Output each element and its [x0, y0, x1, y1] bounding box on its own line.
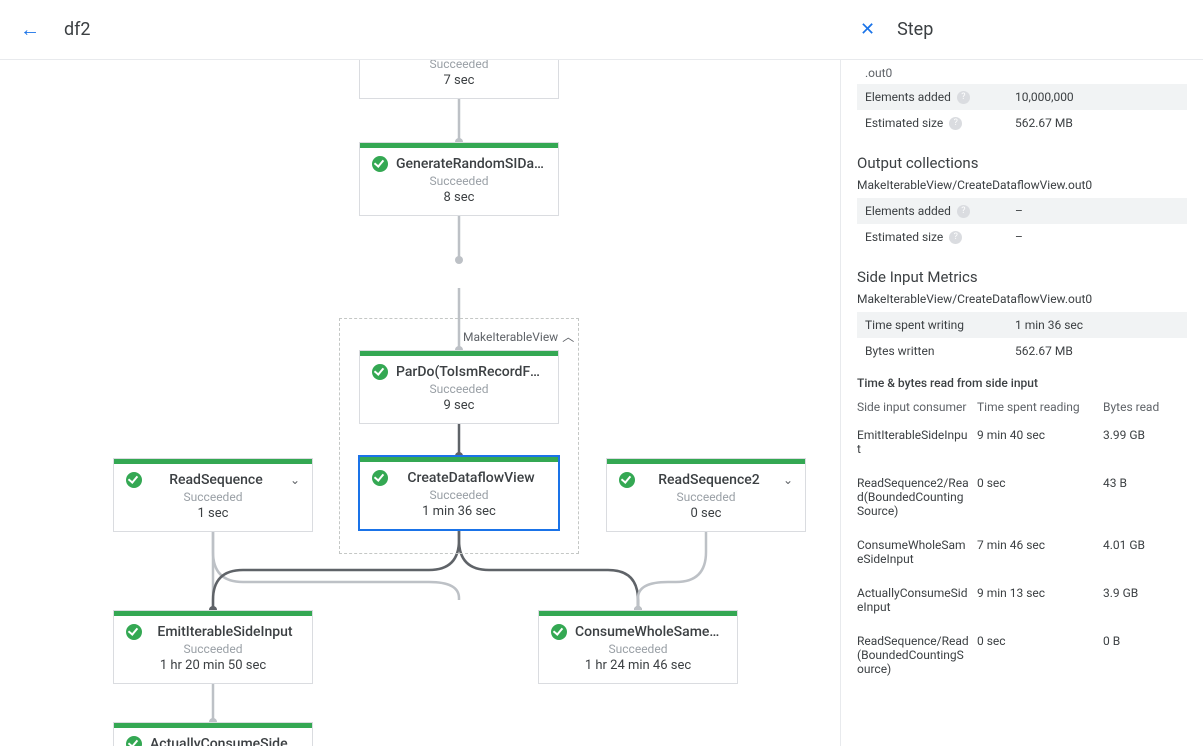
- input-collection-name-truncated: .out0: [857, 60, 1187, 84]
- node-time: 1 hr 20 min 50 sec: [114, 656, 312, 683]
- side-input-metrics-title: Side Input Metrics: [857, 268, 1187, 286]
- side-panel-title: Step: [897, 19, 933, 40]
- group-label-text: MakeIterableView: [463, 330, 558, 344]
- table-row: ConsumeWholeSameSideInput7 min 46 sec4.0…: [857, 528, 1187, 576]
- node-name: ParDo(ToIsmRecordFor...: [396, 364, 546, 380]
- node-time: 7 sec: [360, 71, 558, 98]
- side-input-name: MakeIterableView/CreateDataflowView.out0: [857, 292, 1187, 306]
- node-create-dataflow-view[interactable]: CreateDataflowView Succeeded 1 min 36 se…: [359, 456, 559, 530]
- check-icon: [126, 624, 142, 640]
- help-icon[interactable]: ?: [949, 117, 962, 130]
- output-collections-title: Output collections: [857, 154, 1187, 172]
- read-table-title: Time & bytes read from side input: [857, 376, 1187, 390]
- kv-estimated-size-output: Estimated size? –: [857, 224, 1187, 250]
- chevron-down-icon[interactable]: ⌄: [783, 473, 793, 487]
- table-row: ReadSequence/Read(BoundedCountingSource)…: [857, 624, 1187, 686]
- node-read-sequence[interactable]: ReadSequence ⌄ Succeeded 1 sec: [113, 458, 313, 532]
- col-time: Time spent reading: [977, 400, 1103, 414]
- kv-bytes-written: Bytes written 562.67 MB: [857, 338, 1187, 364]
- node-partial-top[interactable]: Succeeded 7 sec: [359, 60, 559, 99]
- group-label[interactable]: MakeIterableView ︿: [463, 328, 574, 345]
- col-bytes: Bytes read: [1103, 400, 1173, 414]
- node-generate-random[interactable]: GenerateRandomSIData Succeeded 8 sec: [359, 142, 559, 216]
- graph-canvas[interactable]: Succeeded 7 sec GenerateRandomSIData Suc…: [0, 60, 840, 746]
- node-read-sequence-2[interactable]: ReadSequence2 ⌄ Succeeded 0 sec: [606, 458, 806, 532]
- kv-estimated-size-input: Estimated size? 562.67 MB: [857, 110, 1187, 136]
- chevron-up-icon: ︿: [562, 328, 574, 345]
- node-status: Succeeded: [114, 490, 312, 504]
- check-icon: [619, 472, 635, 488]
- kv-elements-added-input: Elements added? 10,000,000: [857, 84, 1187, 110]
- node-actually-consume[interactable]: ActuallyConsumeSideI... Succeeded 1 hr 1…: [113, 722, 313, 746]
- close-icon[interactable]: ✕: [860, 19, 875, 40]
- node-pardo[interactable]: ParDo(ToIsmRecordFor... Succeeded 9 sec: [359, 350, 559, 424]
- node-name: CreateDataflowView: [396, 470, 546, 486]
- back-arrow-icon[interactable]: ←: [20, 17, 40, 42]
- check-icon: [126, 736, 142, 746]
- check-icon: [551, 624, 567, 640]
- node-name: ReadSequence: [150, 472, 282, 488]
- node-name: EmitIterableSideInput: [150, 624, 300, 640]
- node-status: Succeeded: [607, 490, 805, 504]
- check-icon: [372, 470, 388, 486]
- node-name: ConsumeWholeSameSi...: [575, 624, 725, 640]
- node-status: Succeeded: [360, 60, 558, 71]
- side-panel: .out0 Elements added? 10,000,000 Estimat…: [840, 60, 1203, 746]
- node-name: ReadSequence2: [643, 472, 775, 488]
- node-status: Succeeded: [360, 174, 558, 188]
- node-time: 8 sec: [360, 188, 558, 215]
- node-name: ActuallyConsumeSideI...: [150, 736, 300, 746]
- node-status: Succeeded: [539, 642, 737, 656]
- kv-time-writing: Time spent writing 1 min 36 sec: [857, 312, 1187, 338]
- output-collection-name: MakeIterableView/CreateDataflowView.out0: [857, 178, 1187, 192]
- side-panel-header: ✕ Step: [840, 0, 1203, 60]
- node-time: 1 min 36 sec: [360, 502, 558, 529]
- node-status: Succeeded: [360, 382, 558, 396]
- col-consumer: Side input consumer: [857, 400, 977, 414]
- table-row: ActuallyConsumeSideInput9 min 13 sec3.9 …: [857, 576, 1187, 624]
- kv-elements-added-output: Elements added? –: [857, 198, 1187, 224]
- node-name: GenerateRandomSIData: [396, 156, 546, 172]
- help-icon[interactable]: ?: [957, 205, 970, 218]
- help-icon[interactable]: ?: [949, 231, 962, 244]
- read-table: Side input consumer Time spent reading B…: [857, 396, 1187, 686]
- check-icon: [126, 472, 142, 488]
- table-row: EmitIterableSideInput9 min 40 sec3.99 GB: [857, 418, 1187, 466]
- check-icon: [372, 364, 388, 380]
- node-time: 0 sec: [607, 504, 805, 531]
- node-time: 9 sec: [360, 396, 558, 423]
- check-icon: [372, 156, 388, 172]
- node-time: 1 hr 24 min 46 sec: [539, 656, 737, 683]
- node-status: Succeeded: [360, 488, 558, 502]
- node-emit-iterable[interactable]: EmitIterableSideInput Succeeded 1 hr 20 …: [113, 610, 313, 684]
- chevron-down-icon[interactable]: ⌄: [290, 473, 300, 487]
- node-consume-whole[interactable]: ConsumeWholeSameSi... Succeeded 1 hr 24 …: [538, 610, 738, 684]
- help-icon[interactable]: ?: [957, 91, 970, 104]
- node-status: Succeeded: [114, 642, 312, 656]
- table-row: ReadSequence2/Read(BoundedCountingSource…: [857, 466, 1187, 528]
- node-time: 1 sec: [114, 504, 312, 531]
